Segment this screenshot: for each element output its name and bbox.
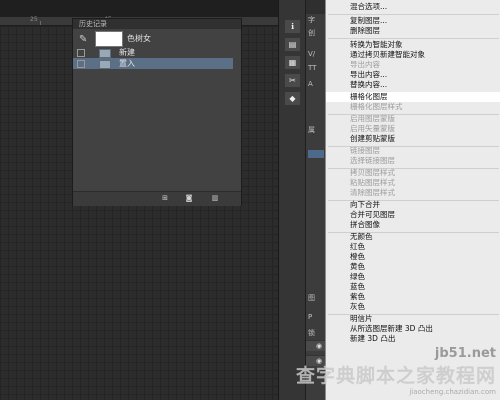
menu-item-green[interactable]: 绿色 (350, 272, 365, 282)
history-row-label: 置入 (119, 59, 135, 68)
menu-item-red[interactable]: 红色 (350, 242, 365, 252)
watermark-logo: 查字典脚本之家教程网 (296, 361, 496, 388)
menu-item-clear-layer-style: 清除图层样式 (350, 188, 395, 197)
panel-label: TT (308, 64, 317, 72)
history-checkbox[interactable] (77, 60, 85, 68)
menu-item-export-contents-dialog[interactable]: 导出内容... (350, 70, 387, 80)
info-icon[interactable]: ℹ (285, 20, 300, 33)
menu-item-new-3d-extrusion[interactable]: 新建 3D 凸出 (350, 334, 395, 344)
trash-icon[interactable]: ▥ (211, 195, 219, 202)
selected-item-highlight[interactable] (308, 150, 324, 158)
menu-item-create-clipping-mask[interactable]: 创建剪贴蒙版 (350, 134, 395, 144)
watermark-text: 脚本之家 (355, 365, 436, 387)
menu-item-link-layers: 链接图层 (350, 146, 380, 155)
menu-item-postcard[interactable]: 明信片 (350, 314, 373, 324)
history-checkbox[interactable] (77, 49, 85, 57)
watermark-url: jiaocheng.chazidian.com (409, 388, 496, 396)
3d-cube-icon[interactable]: ◆ (285, 92, 300, 105)
ruler-tick (40, 21, 41, 25)
menu-item-export-contents: 导出内容 (350, 60, 380, 69)
menu-item-new-smart-object-via-copy[interactable]: 通过拷贝新建智能对象 (350, 50, 425, 60)
menu-item-new-3d-extrusion-from-layer[interactable]: 从所选图层新建 3D 凸出 (350, 324, 433, 334)
snapshot-thumbnail[interactable] (95, 31, 123, 47)
document-icon (99, 60, 111, 69)
document-icon (99, 49, 111, 58)
panel-label: 图 (308, 294, 315, 302)
history-row-new[interactable]: 新建 (73, 47, 233, 58)
watermark-suffix: 教程网 (435, 365, 496, 387)
history-panel-title: 历史记录 (79, 20, 107, 28)
watermark-domain: jb51.net (434, 346, 496, 361)
layers-panel-partial: 字 创 V/ TT A 属 图 P 锁 ◉ ◉ (305, 0, 326, 400)
panel-label: 创 (308, 29, 315, 37)
menu-separator (328, 14, 499, 15)
menu-item-convert-smart-object[interactable]: 转换为智能对象 (350, 40, 403, 50)
panel-label: 属 (308, 126, 315, 134)
history-panel-header[interactable]: 历史记录 (73, 19, 241, 29)
brush-preset-icon[interactable]: ▦ (285, 56, 300, 69)
menu-item-select-linked-layers: 选择链接图层 (350, 156, 395, 165)
histogram-icon[interactable]: ▤ (285, 38, 300, 51)
history-panel: 历史记录 ✎ 色树女 新建 置入 ⊞ ◙ ▥ (72, 18, 242, 206)
menu-item-orange[interactable]: 橙色 (350, 252, 365, 262)
panel-label: 锁 (308, 329, 315, 337)
menu-item-flatten-image[interactable]: 拼合图像 (350, 220, 380, 230)
menu-item-copy-layer-style: 拷贝图层样式 (350, 168, 395, 177)
panel-label: P (308, 313, 313, 321)
menu-item-replace-contents[interactable]: 替换内容... (350, 80, 387, 90)
new-document-from-state-icon[interactable]: ⊞ (161, 195, 169, 202)
menu-item-merge-visible[interactable]: 合并可见图层 (350, 210, 395, 220)
panel-label: V/ (308, 50, 316, 58)
document-tab-strip (0, 0, 278, 17)
menu-item-violet[interactable]: 紫色 (350, 292, 365, 302)
menu-item-gray[interactable]: 灰色 (350, 302, 365, 312)
menu-item-enable-layer-mask: 启用图层蒙版 (350, 114, 395, 123)
snapshot-label: 色树女 (127, 34, 151, 43)
layer-context-menu: 混合选项... 复制图层... 删除图层 转换为智能对象 通过拷贝新建智能对象 … (325, 0, 500, 400)
menu-item-rasterize-layer-style: 栅格化图层样式 (350, 102, 403, 111)
watermark: jb51.net 查字典脚本之家教程网 jiaocheng.chazidian.… (296, 346, 496, 396)
menu-item-blue[interactable]: 蓝色 (350, 282, 365, 292)
history-brush-icon[interactable]: ✎ (79, 34, 91, 46)
menu-item-delete-layer[interactable]: 删除图层 (350, 26, 380, 36)
menu-item-paste-layer-style: 粘贴图层样式 (350, 178, 395, 187)
menu-item-rasterize-layer[interactable]: 栅格化图层 (326, 92, 500, 102)
menu-item-duplicate-layer[interactable]: 复制图层... (350, 16, 387, 26)
menu-item-enable-vector-mask: 启用矢量蒙版 (350, 124, 395, 133)
history-panel-footer: ⊞ ◙ ▥ (73, 191, 241, 206)
panel-icon-column: ℹ ▤ ▦ ✂ ◆ (278, 0, 306, 400)
tool-preset-icon[interactable]: ✂ (285, 74, 300, 87)
menu-item-yellow[interactable]: 黄色 (350, 262, 365, 272)
create-snapshot-icon[interactable]: ◙ (185, 195, 193, 202)
panel-label: A (308, 80, 313, 88)
watermark-prefix: 查字典 (295, 365, 356, 387)
panel-header (306, 0, 326, 14)
menu-item-no-color[interactable]: 无颜色 (350, 232, 373, 242)
menu-separator (328, 38, 499, 39)
menu-item-merge-down[interactable]: 向下合并 (350, 200, 380, 210)
history-row-label: 新建 (119, 48, 135, 57)
panel-label: 字 (308, 16, 315, 24)
ruler-mark: 25 (30, 16, 38, 23)
menu-item-blending-options[interactable]: 混合选项... (350, 2, 387, 12)
history-row-place[interactable]: 置入 (73, 58, 233, 69)
